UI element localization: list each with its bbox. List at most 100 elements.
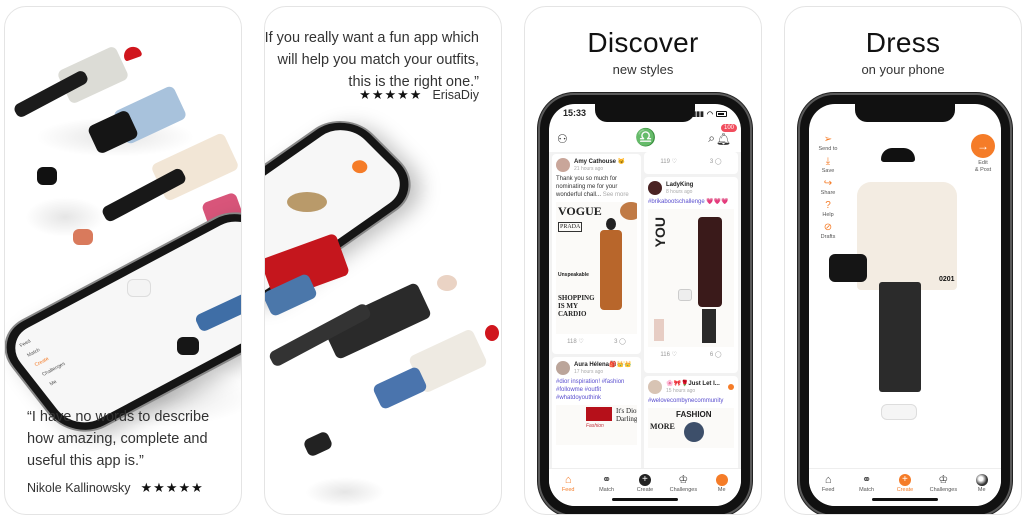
hero-subtitle: new styles [612,62,674,77]
comment-icon[interactable]: ◯ [715,352,722,358]
post-username[interactable]: Aura Hélena🎒👑👑 [574,362,631,369]
outfit-collage[interactable]: FASHION MORE [648,408,734,448]
tabbar-match[interactable]: ⚭ Match [849,473,885,506]
tool-label: Send to [818,146,838,152]
model-legs-image [702,309,716,343]
screenshot-card-dress: Dress on your phone ➢ Send to ⤓ Save ↪ S… [784,6,1022,515]
share-icon: ↪ [823,178,833,189]
tab-label: Match [599,487,615,493]
outfit-collage[interactable]: Fashion It's Dior Darling [556,405,637,445]
tab-label: Challenges [669,487,698,493]
tabbar-challenges[interactable]: ♔ Challenges [925,473,961,506]
testimonial-author-row: ★★★★★ ErisaDiy [359,87,479,103]
collage-image [684,422,704,442]
help-icon: ? [825,200,831,211]
post-hashtags[interactable]: #brikabootschallenge 💗💗💗 [644,197,738,207]
tabbar-feed[interactable]: ⌂ Feed [550,473,586,506]
drafts-icon: ⊘ [823,222,833,233]
accessory-image [620,202,637,220]
post-hashtags[interactable]: #dior inspiration! #fashion #followme #o… [552,377,641,403]
post-username[interactable]: Amy Cathouse 😼 [574,159,625,166]
avatar[interactable] [648,380,662,394]
match-icon: ⚭ [861,474,872,486]
help-button[interactable]: ? Help [813,200,843,218]
see-more-link[interactable]: See more [603,192,629,198]
profile-icon [715,473,728,486]
black-handbag-image[interactable] [829,254,867,282]
hat-image [287,192,327,212]
comment-icon[interactable]: ◯ [619,339,626,345]
sweater-cuff-print: 0201 [939,276,955,283]
black-bag-2-image [177,337,199,355]
post-hashtags[interactable]: #welovecombynecommunity [644,396,738,406]
post-username[interactable]: LadyKing [666,182,693,189]
post-card[interactable]: Amy Cathouse 😼 21 hours ago Thank you so… [552,154,641,354]
white-sneakers-image[interactable] [881,404,917,420]
post-text: Thank you so much for nominating me for … [552,174,641,200]
tabbar-feed[interactable]: ⌂ Feed [810,473,846,506]
post-card[interactable]: 119 ♡ 3 ◯ [644,152,738,174]
post-card[interactable]: LadyKing 8 hours ago #brikabootschalleng… [644,177,738,373]
heart-icon[interactable]: ♡ [672,159,677,165]
collage-text: VOGUE [558,204,602,218]
drafts-button[interactable]: ⊘ Drafts [813,222,843,240]
tabbar-create[interactable]: + Create [627,473,663,506]
testimonial-quote: “I have no words to describe how amazing… [27,409,210,469]
edit-post-button[interactable]: → Edit & Post [971,134,995,174]
more-options-icon[interactable] [728,384,734,390]
outfit-collage[interactable]: VOGUE PRADA Unspeakable SHOPPING IS MY C… [556,202,637,334]
comment-count-value: 6 [709,352,714,358]
bell-icon[interactable]: 🔔︎ [716,132,731,146]
star-rating: ★★★★★ [140,480,204,495]
post-card[interactable]: Aura Hélena🎒👑👑 17 hours ago #dior inspir… [552,357,641,468]
outfit-collage[interactable]: YOU [648,209,734,347]
tool-label: Save [821,168,835,174]
search-icon[interactable]: ⌕ [708,131,715,146]
tab-label: Match [859,487,875,493]
tabbar-create[interactable]: + Create [887,473,923,506]
avatar[interactable] [648,181,662,195]
save-button[interactable]: ⤓ Save [813,156,843,174]
edit-button-small [348,157,371,176]
black-jeans-image[interactable] [879,282,921,392]
tabbar-me[interactable]: Me [964,473,1000,506]
editor-side-tools: ➢ Send to ⤓ Save ↪ Share ? Help ⊘ Drafts [813,134,843,240]
post-time: 17 hours ago [574,368,604,375]
match-icon: ⚭ [601,474,612,486]
tabbar-me[interactable]: Me [704,473,740,506]
post-header: LadyKing 8 hours ago [644,177,738,197]
post-header: Aura Hélena🎒👑👑 17 hours ago [552,357,641,377]
like-count-value: 119 [660,159,670,165]
cream-sweater-image[interactable] [857,182,957,290]
comment-icon[interactable]: ◯ [715,159,722,165]
testimonial-author: ErisaDiy [432,88,479,102]
tool-label: Help [822,212,834,218]
heart-icon[interactable]: ♡ [578,339,583,345]
send-to-button[interactable]: ➢ Send to [813,134,843,152]
edit-label-line2: & Post [974,167,992,173]
avatar[interactable] [556,158,570,172]
heart-icon[interactable]: ♡ [672,352,677,358]
add-friend-icon[interactable]: ⚇ [557,132,568,146]
tab-label: Feed [561,487,575,493]
testimonial-quote: “If you really want a fun app which will… [264,30,479,90]
arrow-right-icon: → [971,134,995,158]
post-card[interactable]: 🌸🎀🌹Just Let I... 15 hours ago #welovecom… [644,376,738,468]
black-boots-image [302,430,334,458]
phone-notch [855,104,955,122]
hero-title: Discover [587,27,699,58]
collage-text: MORE [650,422,675,431]
post-header: Amy Cathouse 😼 21 hours ago [552,154,641,174]
avatar[interactable] [556,361,570,375]
post-time: 21 hours ago [574,165,604,172]
model-outfit-image [600,230,622,310]
post-stats: 118 ♡ 3 ◯ [552,336,641,347]
tabbar-challenges[interactable]: ♔ Challenges [665,473,701,506]
share-button[interactable]: ↪ Share [813,178,843,196]
send-icon: ➢ [823,134,833,145]
black-cap-image[interactable] [881,148,915,162]
post-username[interactable]: 🌸🎀🌹Just Let I... [666,381,720,388]
post-time: 15 hours ago [666,387,696,394]
tabbar-match[interactable]: ⚭ Match [589,473,625,506]
hero-title: Dress [865,27,941,58]
